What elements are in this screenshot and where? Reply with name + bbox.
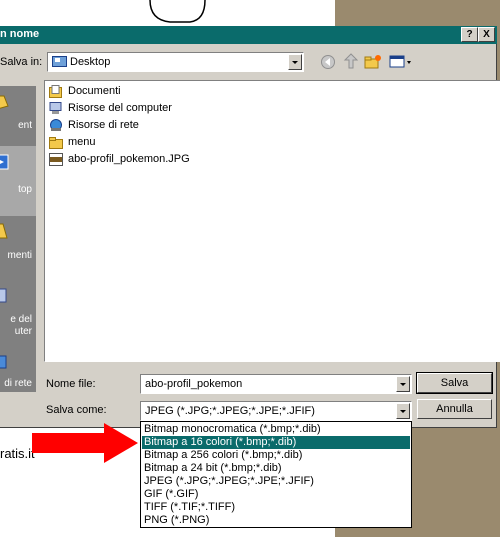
red-arrow-icon [32, 423, 138, 463]
filetype-option[interactable]: JPEG (*.JPG;*.JPEG;*.JPE;*.JFIF) [142, 475, 410, 488]
window-title: n nome [0, 28, 40, 40]
filetype-option[interactable]: GIF (*.GIF) [142, 488, 410, 501]
filetype-options-list[interactable]: Bitmap monocromatica (*.bmp;*.dib) Bitma… [140, 421, 412, 528]
filename-dropdown-button[interactable] [396, 376, 410, 392]
filetype-option[interactable]: Bitmap monocromatica (*.bmp;*.dib) [142, 423, 410, 436]
my-documents-icon [0, 220, 10, 242]
place-computer[interactable]: e del uter [0, 280, 36, 350]
back-icon[interactable] [320, 54, 336, 70]
filetype-dropdown-button[interactable] [396, 403, 410, 419]
cancel-button[interactable]: Annulla [417, 399, 492, 419]
view-menu-icon[interactable] [389, 54, 413, 70]
my-computer-icon [0, 286, 10, 308]
title-bar[interactable]: n nome ? X [0, 26, 497, 44]
place-label: top [18, 184, 32, 195]
file-list[interactable]: Documenti Risorse del computer Risorse d… [44, 80, 500, 362]
save-in-dropdown-button[interactable] [288, 54, 302, 70]
file-name: abo-profil_pokemon.JPG [68, 153, 190, 165]
filename-label: Nome file: [46, 378, 96, 390]
network-places-icon [0, 354, 10, 376]
filetype-option[interactable]: PNG (*.PNG) [142, 514, 410, 527]
place-label: e del uter [10, 314, 32, 337]
jpg-file-icon [49, 153, 63, 166]
file-name: Risorse del computer [68, 102, 172, 114]
desktop-icon [0, 152, 10, 174]
documents-folder-icon [49, 85, 63, 98]
my-computer-icon [49, 102, 63, 115]
folder-icon [49, 136, 63, 149]
place-desktop[interactable]: top [0, 146, 36, 216]
filetype-label: Salva come: [46, 404, 107, 416]
place-label: menti [7, 250, 32, 261]
place-documents[interactable]: menti [0, 214, 36, 284]
help-button[interactable]: ? [461, 27, 478, 42]
save-in-label: Salva in: [0, 56, 43, 68]
close-button[interactable]: X [478, 27, 495, 42]
background-drawing [0, 0, 335, 26]
desktop-icon [52, 56, 67, 68]
place-label: di rete [4, 378, 32, 389]
file-name: menu [68, 136, 96, 148]
place-network[interactable]: di rete [0, 348, 36, 418]
place-label: ent [18, 120, 32, 131]
save-button[interactable]: Salva [416, 372, 493, 394]
filename-input[interactable]: abo-profil_pokemon [140, 374, 412, 394]
network-places-icon [49, 119, 63, 132]
filetype-select[interactable]: JPEG (*.JPG;*.JPEG;*.JPE;*.JFIF) [140, 401, 412, 421]
recent-documents-icon [0, 92, 10, 114]
filename-value: abo-profil_pokemon [145, 378, 243, 390]
filetype-option[interactable]: TIFF (*.TIF;*.TIFF) [142, 501, 410, 514]
save-in-value: Desktop [70, 56, 111, 68]
file-name: Risorse di rete [68, 119, 139, 131]
up-folder-icon[interactable] [343, 53, 359, 70]
filetype-option[interactable]: Bitmap a 24 bit (*.bmp;*.dib) [142, 462, 410, 475]
new-folder-icon[interactable] [364, 54, 382, 70]
filetype-option-selected[interactable]: Bitmap a 16 colori (*.bmp;*.dib) [142, 436, 410, 449]
save-in-combo[interactable]: Desktop [47, 52, 304, 72]
background-text: ratis.it [0, 446, 35, 461]
places-bar: ent top menti e del uter di rete [0, 86, 36, 392]
file-name: Documenti [68, 85, 121, 97]
filetype-value: JPEG (*.JPG;*.JPEG;*.JPE;*.JFIF) [145, 405, 315, 417]
filetype-option[interactable]: Bitmap a 256 colori (*.bmp;*.dib) [142, 449, 410, 462]
